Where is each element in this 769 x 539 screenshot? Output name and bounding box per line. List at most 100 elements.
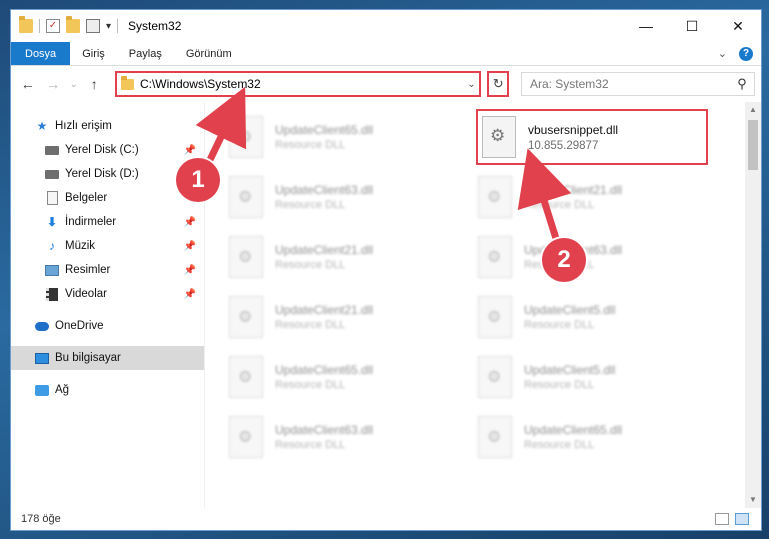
- window-title: System32: [128, 19, 182, 33]
- title-bar: ✓ ▾ System32 — ☐ ✕: [11, 10, 761, 42]
- dll-file-icon: [229, 356, 263, 398]
- dll-file-icon: [229, 236, 263, 278]
- dll-file-icon: [478, 296, 512, 338]
- details-view-icon[interactable]: [715, 513, 729, 525]
- dll-file-icon: [478, 236, 512, 278]
- dll-file-icon: [229, 116, 263, 158]
- file-name: UpdateClient21.dll: [275, 243, 374, 257]
- navigation-bar: ← → ⌄ ↑ C:\Windows\System32 ⌄ ↻ ⚲: [11, 66, 761, 102]
- scroll-up-icon[interactable]: ▲: [745, 102, 761, 118]
- this-pc-icon: [35, 351, 49, 365]
- properties-check-icon[interactable]: ✓: [46, 19, 60, 33]
- file-item[interactable]: UpdateClient65.dll Resource DLL: [478, 412, 710, 462]
- main-area: ★ Hızlı erişim Yerel Disk (C:) 📌 Yerel D…: [11, 102, 761, 508]
- sidebar-item-downloads[interactable]: ⬇ İndirmeler 📌: [11, 210, 204, 234]
- file-item[interactable]: UpdateClient63.dll Resource DLL: [229, 412, 461, 462]
- dll-file-icon: [482, 116, 516, 158]
- rename-icon[interactable]: [86, 19, 100, 33]
- minimize-button[interactable]: —: [623, 10, 669, 42]
- expand-ribbon-icon[interactable]: ⌄: [718, 47, 727, 60]
- pin-icon: 📌: [183, 216, 196, 228]
- tiles-view-icon[interactable]: [735, 513, 749, 525]
- sidebar-item-videos[interactable]: Videolar 📌: [11, 282, 204, 306]
- pin-icon: 📌: [183, 144, 196, 156]
- dll-file-icon: [478, 176, 512, 218]
- file-item[interactable]: UpdateClient63.dll Resource DLL: [229, 172, 461, 222]
- file-description: Resource DLL: [524, 199, 595, 211]
- tab-share[interactable]: Paylaş: [117, 42, 174, 65]
- item-count: 178 öğe: [21, 513, 61, 525]
- folder-icon: [120, 75, 134, 90]
- drive-icon: [45, 167, 59, 181]
- sidebar-item-label: Videolar: [65, 288, 107, 300]
- refresh-button[interactable]: ↻: [487, 71, 509, 97]
- separator: [39, 19, 40, 33]
- scroll-down-icon[interactable]: ▼: [745, 492, 761, 508]
- file-name: UpdateClient65.dll: [275, 363, 374, 377]
- pin-icon: 📌: [183, 240, 196, 252]
- sidebar-item-music[interactable]: ♪ Müzik 📌: [11, 234, 204, 258]
- sidebar-item-pictures[interactable]: Resimler 📌: [11, 258, 204, 282]
- file-item[interactable]: UpdateClient5.dll Resource DLL: [478, 352, 710, 402]
- address-dropdown-icon[interactable]: ⌄: [463, 79, 479, 90]
- tab-home[interactable]: Giriş: [70, 42, 117, 65]
- drive-icon: [45, 143, 59, 157]
- file-item[interactable]: UpdateClient21.dll Resource DLL: [229, 232, 461, 282]
- ribbon-tabs: Dosya Giriş Paylaş Görünüm ⌄ ?: [11, 42, 761, 66]
- scroll-thumb[interactable]: [748, 120, 758, 170]
- file-description: Resource DLL: [275, 259, 346, 271]
- documents-icon: [45, 191, 59, 205]
- sidebar-item-label: Ağ: [55, 384, 70, 396]
- pin-icon: 📌: [183, 264, 196, 276]
- forward-button[interactable]: →: [42, 73, 63, 95]
- file-item[interactable]: UpdateClient63.dll Resource DLL: [478, 232, 710, 282]
- search-icon[interactable]: ⚲: [730, 76, 754, 92]
- file-description: Resource DLL: [275, 379, 346, 391]
- sidebar-item-local-disk-c[interactable]: Yerel Disk (C:) 📌: [11, 138, 204, 162]
- file-item[interactable]: UpdateClient65.dll Resource DLL: [229, 112, 461, 162]
- navigation-pane: ★ Hızlı erişim Yerel Disk (C:) 📌 Yerel D…: [11, 102, 205, 508]
- file-item[interactable]: UpdateClient21.dll Resource DLL: [478, 172, 710, 222]
- sidebar-item-documents[interactable]: Belgeler: [11, 186, 204, 210]
- tab-file[interactable]: Dosya: [11, 42, 71, 65]
- sidebar-item-label: OneDrive: [55, 320, 104, 332]
- file-name: UpdateClient5.dll: [524, 303, 616, 317]
- file-name: UpdateClient21.dll: [275, 303, 374, 317]
- sidebar-item-this-pc[interactable]: Bu bilgisayar: [11, 346, 204, 370]
- vertical-scrollbar[interactable]: ▲ ▼: [745, 102, 761, 508]
- customize-toolbar-icon[interactable]: ▾: [106, 21, 111, 32]
- sidebar-item-quick-access[interactable]: ★ Hızlı erişim: [11, 114, 204, 138]
- sidebar-item-label: Resimler: [65, 264, 111, 276]
- star-icon: ★: [36, 119, 48, 133]
- address-bar[interactable]: C:\Windows\System32 ⌄: [114, 71, 482, 97]
- file-item[interactable]: UpdateClient21.dll Resource DLL: [229, 292, 461, 342]
- callout-1-badge: 1: [176, 158, 220, 202]
- separator: [117, 19, 119, 33]
- close-button[interactable]: ✕: [715, 10, 761, 42]
- sidebar-item-label: Yerel Disk (D:): [65, 168, 139, 180]
- file-item[interactable]: UpdateClient5.dll Resource DLL: [478, 292, 710, 342]
- back-button[interactable]: ←: [17, 73, 38, 95]
- sidebar-item-local-disk-d[interactable]: Yerel Disk (D:): [11, 162, 204, 186]
- pictures-icon: [45, 263, 59, 277]
- highlighted-file-item[interactable]: vbusersnippet.dll 10.855.29877: [476, 109, 708, 165]
- up-button[interactable]: ↑: [84, 73, 105, 95]
- search-input[interactable]: [529, 77, 730, 91]
- sidebar-item-label: Belgeler: [65, 192, 108, 204]
- address-path[interactable]: C:\Windows\System32: [140, 77, 261, 91]
- search-box[interactable]: ⚲: [520, 72, 755, 96]
- file-description: Resource DLL: [524, 379, 595, 391]
- maximize-button[interactable]: ☐: [669, 10, 715, 42]
- help-icon[interactable]: ?: [739, 46, 753, 61]
- onedrive-icon: [35, 319, 49, 333]
- file-version: 10.855.29877: [528, 139, 599, 152]
- sidebar-item-network[interactable]: Ağ: [11, 378, 204, 402]
- sidebar-item-onedrive[interactable]: OneDrive: [11, 314, 204, 338]
- file-description: Resource DLL: [524, 439, 595, 451]
- new-folder-icon[interactable]: [66, 16, 80, 33]
- file-description: Resource DLL: [275, 199, 346, 211]
- file-description: Resource DLL: [275, 439, 346, 451]
- file-item[interactable]: UpdateClient65.dll Resource DLL: [229, 352, 461, 402]
- tab-view[interactable]: Görünüm: [174, 42, 244, 65]
- recent-locations-icon[interactable]: ⌄: [68, 73, 80, 95]
